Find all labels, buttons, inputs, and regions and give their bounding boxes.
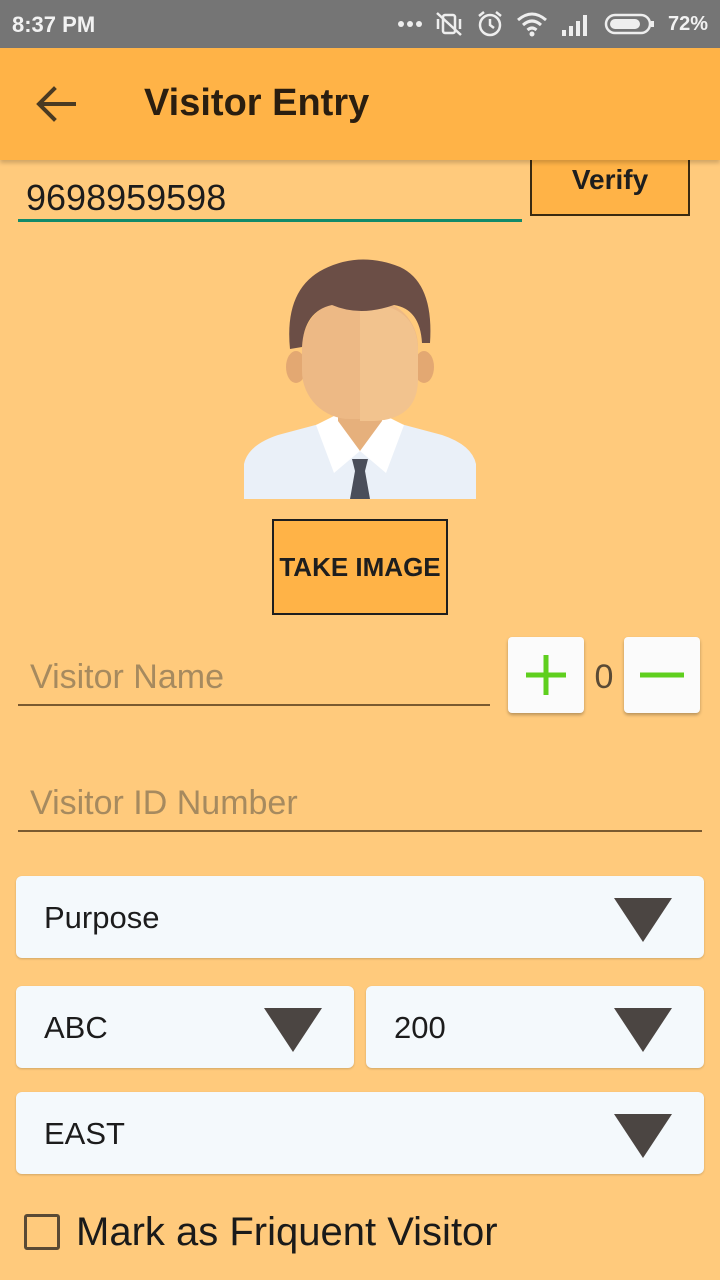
status-icons: 72% [397, 8, 708, 40]
back-button[interactable] [34, 84, 78, 124]
plus-icon [526, 655, 566, 695]
visitor-id-input[interactable] [18, 776, 702, 832]
visitor-photo [244, 259, 476, 499]
dropdown-arrow-icon [614, 1008, 672, 1052]
take-image-button-label: TAKE IMAGE [279, 551, 441, 582]
wing-dropdown-value: EAST [44, 1116, 125, 1151]
signal-icon [561, 15, 587, 36]
vibrate-off-icon [436, 12, 462, 36]
increment-button[interactable] [508, 637, 584, 713]
battery-icon [604, 13, 654, 35]
wing-dropdown[interactable]: EAST [16, 1092, 704, 1174]
verify-button-label: Verify [571, 164, 649, 195]
mobile-number-input[interactable] [18, 176, 522, 222]
back-arrow-icon [36, 86, 76, 122]
page-title: Visitor Entry [144, 82, 370, 124]
minus-icon [640, 672, 684, 678]
status-bar: 8:37 PM 72% [0, 0, 720, 48]
visitor-count: 0 [594, 658, 614, 696]
visitor-name-input[interactable] [18, 650, 490, 706]
frequent-visitor-checkbox[interactable] [24, 1214, 60, 1250]
wifi-icon [516, 12, 547, 37]
status-time: 8:37 PM [12, 12, 96, 37]
take-image-button[interactable]: TAKE IMAGE [272, 519, 448, 615]
dropdown-arrow-icon [264, 1008, 322, 1052]
dropdown-arrow-icon [614, 1114, 672, 1158]
decrement-button[interactable] [624, 637, 700, 713]
flat-dropdown[interactable]: 200 [366, 986, 704, 1068]
purpose-dropdown[interactable]: Purpose [16, 876, 704, 958]
flat-dropdown-value: 200 [394, 1010, 446, 1045]
alarm-icon [478, 11, 502, 37]
battery-percentage: 72% [667, 12, 708, 35]
purpose-dropdown-value: Purpose [44, 900, 160, 935]
app-bar: Visitor Entry [0, 48, 720, 160]
frequent-visitor-label[interactable]: Mark as Friquent Visitor [76, 1210, 498, 1255]
building-dropdown-value: ABC [44, 1010, 108, 1045]
more-dots-icon [397, 21, 422, 27]
dropdown-arrow-icon [614, 898, 672, 942]
building-dropdown[interactable]: ABC [16, 986, 354, 1068]
